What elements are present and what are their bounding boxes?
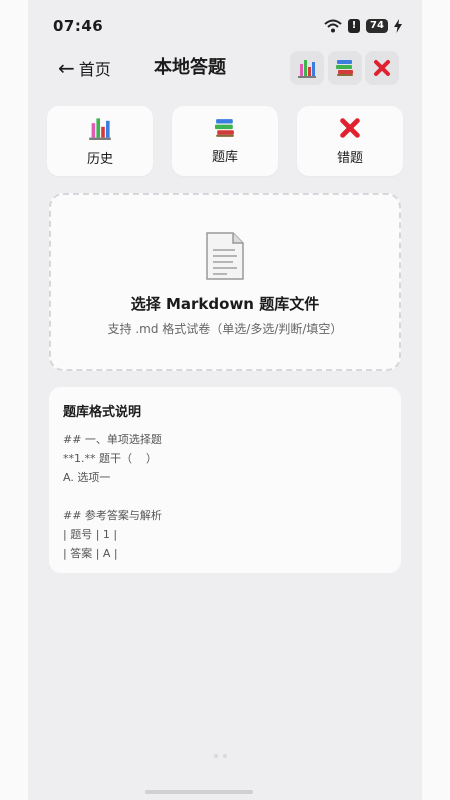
question-bank-tile-label: 题库	[211, 149, 238, 165]
format-line: ## 参考答案与解析	[63, 509, 162, 522]
bar-chart-icon	[298, 60, 316, 78]
history-tile-label: 历史	[86, 151, 113, 167]
battery-icon: 74	[366, 19, 388, 33]
alert-icon: !	[348, 19, 360, 33]
status-bar: 07:46 ! 74	[53, 14, 402, 38]
history-header-button[interactable]	[290, 51, 324, 85]
home-indicator[interactable]	[145, 790, 253, 794]
app-screen: 07:46 ! 74 ← 首页 本地答题 历史 题库 错题 选择 Markdow…	[28, 0, 422, 800]
back-label: 首页	[78, 60, 111, 79]
charging-icon	[394, 19, 402, 33]
back-arrow-icon: ←	[58, 56, 75, 80]
format-line: | 答案 | A |	[63, 547, 118, 560]
question-bank-header-button[interactable]	[328, 51, 362, 85]
history-tile[interactable]: 历史	[47, 106, 153, 176]
wrong-questions-header-button[interactable]	[365, 51, 399, 85]
format-guide-title: 题库格式说明	[63, 405, 142, 420]
cross-mark-icon	[374, 60, 390, 76]
page-dot	[214, 754, 218, 758]
wifi-icon	[324, 19, 342, 33]
file-picker-title: 选择 Markdown 题库文件	[130, 295, 320, 313]
file-picker-subtitle: 支持 .md 格式试卷（单选/多选/判断/填空）	[107, 322, 343, 336]
status-time: 07:46	[53, 17, 104, 35]
right-margin	[422, 0, 450, 800]
format-guide-card: 题库格式说明 ## 一、单项选择题 **1.** 题干（ ） A. 选项一 ##…	[49, 387, 401, 573]
file-picker-card[interactable]: 选择 Markdown 题库文件 支持 .md 格式试卷（单选/多选/判断/填空…	[49, 193, 401, 371]
document-icon	[206, 232, 244, 280]
cross-mark-icon	[340, 117, 360, 138]
format-line	[63, 487, 387, 506]
back-button[interactable]: ← 首页	[58, 50, 111, 86]
left-margin	[0, 0, 28, 800]
format-line: A. 选项一	[63, 471, 111, 484]
page-dot	[223, 754, 227, 758]
format-line: **1.** 题干（ ）	[63, 452, 157, 465]
format-line: ## 一、单项选择题	[63, 433, 162, 446]
wrong-questions-tile[interactable]: 错题	[297, 106, 403, 176]
books-icon	[336, 60, 353, 76]
wrong-questions-tile-label: 错题	[336, 150, 363, 166]
header: ← 首页 本地答题	[28, 50, 422, 86]
question-bank-tile[interactable]: 题库	[172, 106, 278, 176]
bar-chart-icon	[89, 117, 111, 140]
page-title: 本地答题	[154, 57, 226, 78]
format-line: | 题号 | 1 |	[63, 528, 118, 541]
books-icon	[215, 118, 234, 137]
page-indicator	[214, 754, 227, 758]
quick-access-tiles: 历史 题库 错题	[47, 106, 403, 176]
status-icons: ! 74	[324, 19, 402, 33]
